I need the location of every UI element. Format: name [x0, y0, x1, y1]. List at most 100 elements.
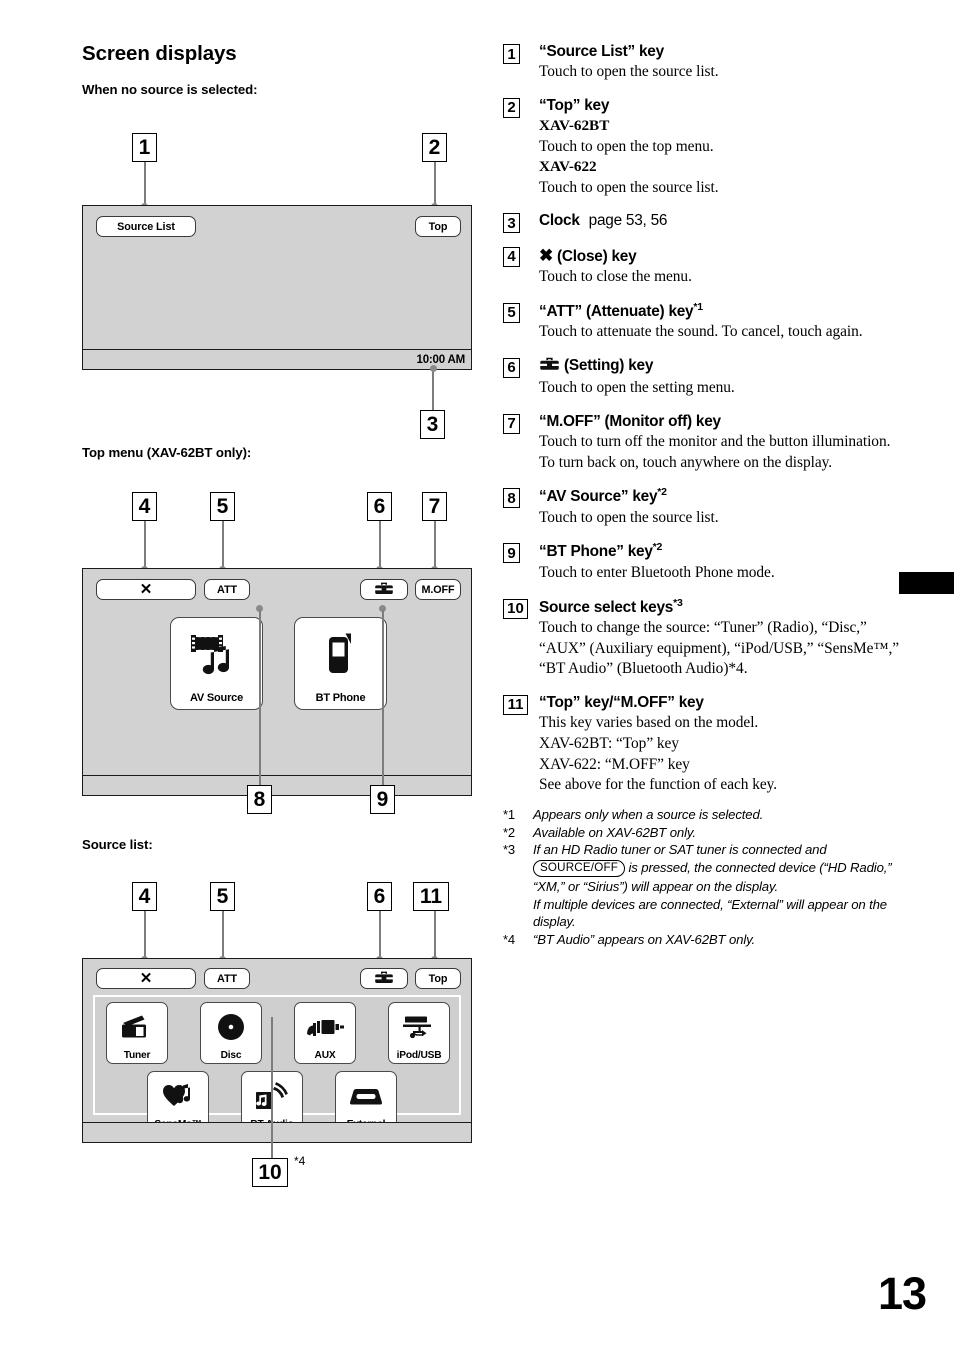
key-item-2-model-2: XAV-622 — [539, 158, 597, 176]
key-item-11-desc-1: This key varies based on the model. — [539, 714, 759, 732]
footnote-2: *2 Available on XAV-62BT only. — [503, 824, 903, 842]
key-item-10-header: Source select keys*3 — [539, 597, 903, 618]
callout-3: 3 — [420, 410, 445, 439]
callout-7-topmenu: 7 — [422, 492, 447, 521]
av-source-key-label: AV Source — [189, 692, 243, 704]
setting-key-srclist[interactable] — [360, 968, 408, 989]
footnote-2-text: Available on XAV-62BT only. — [533, 824, 696, 840]
disc-icon — [216, 1003, 246, 1050]
footnotes: *1 Appears only when a source is selecte… — [503, 806, 903, 949]
leader-line-4-topmenu — [143, 521, 146, 569]
leader-line-2 — [433, 162, 436, 206]
key-item-7-number: 7 — [503, 413, 520, 434]
footnote-4-mark: *4 — [503, 932, 515, 948]
page-edge-tab — [899, 572, 954, 594]
source-key-aux[interactable]: AUX — [294, 1002, 356, 1064]
key-item-2-number: 2 — [503, 97, 520, 118]
leader-line-3 — [432, 370, 435, 413]
key-item-6-number: 6 — [503, 357, 520, 378]
callout-11-srclist: 11 — [413, 882, 449, 911]
top-key-srclist[interactable]: Top — [415, 968, 461, 989]
page-title: Screen displays — [82, 42, 237, 65]
key-item-7: 7 “M.OFF” (Monitor off) key Touch to tur… — [503, 412, 903, 474]
close-icon-srclist: ✕ — [139, 970, 153, 987]
footnote-1: *1 Appears only when a source is selecte… — [503, 806, 903, 824]
callout-5-srclist: 5 — [210, 882, 235, 911]
key-item-11: 11 “Top” key/“M.OFF” key This key varies… — [503, 693, 903, 796]
key-item-5-desc: Touch to attenuate the sound. To cancel,… — [539, 323, 863, 341]
key-item-3-title: Clock — [539, 212, 580, 230]
key-item-10-number: 10 — [503, 598, 528, 619]
aux-plug-icon — [305, 1003, 345, 1050]
status-bar-topmenu — [83, 775, 471, 795]
close-key-topmenu[interactable]: ✕ — [96, 579, 196, 600]
key-item-1: 1 “Source List” key Touch to open the so… — [503, 42, 903, 83]
leader-dot-3 — [429, 365, 437, 372]
callout-4-srclist: 4 — [132, 882, 157, 911]
key-item-6-header: (Setting) key — [539, 356, 903, 378]
callout-1: 1 — [132, 133, 157, 162]
figure1: 1 2 Source List Top 10:00 AM 3 — [82, 107, 482, 439]
leader-line-8 — [258, 610, 261, 787]
moff-key-topmenu[interactable]: M.OFF — [415, 579, 461, 600]
key-item-11-desc-4: See above for the function of each key. — [539, 776, 778, 794]
key-item-11-header: “Top” key/“M.OFF” key — [539, 693, 704, 711]
source-key-aux-label: AUX — [314, 1050, 336, 1061]
key-item-3-header: Clock page 53, 56 — [539, 211, 903, 231]
callout-2: 2 — [422, 133, 447, 162]
key-item-11-desc-2: XAV-62BT: “Top” key — [539, 734, 679, 752]
source-key-tuner[interactable]: Tuner — [106, 1002, 168, 1064]
leader-line-5-topmenu — [221, 521, 224, 569]
key-item-4-header: ✖ (Close) key — [539, 245, 903, 267]
manual-page: Screen displays When no source is select… — [0, 0, 954, 1352]
status-bar-srclist — [83, 1122, 471, 1142]
key-item-9: 9 “BT Phone” key*2 Touch to enter Blueto… — [503, 541, 903, 583]
top-key[interactable]: Top — [415, 216, 461, 237]
att-key-topmenu[interactable]: ATT — [204, 579, 250, 600]
key-item-4-number: 4 — [503, 246, 520, 267]
heart-note-icon — [162, 1072, 194, 1119]
key-item-8: 8 “AV Source” key*2 Touch to open the so… — [503, 486, 903, 528]
leader-line-5-srclist — [221, 911, 224, 959]
key-item-7-desc: Touch to turn off the monitor and the bu… — [539, 433, 891, 471]
device-screen-top-menu: ✕ ATT M.OFF AV Source BT Phone — [82, 568, 472, 796]
key-item-6: 6 (Setting) key Touch to open the settin… — [503, 356, 903, 399]
key-item-5-title: “ATT” (Attenuate) key — [539, 302, 694, 320]
key-item-3: 3 Clock page 53, 56 — [503, 211, 903, 234]
source-list-key[interactable]: Source List — [96, 216, 196, 237]
toolbox-icon — [374, 581, 394, 599]
key-item-9-title: “BT Phone” key — [539, 543, 653, 561]
callout-10: 10 — [252, 1158, 288, 1187]
key-item-1-number: 1 — [503, 44, 520, 64]
close-key-srclist[interactable]: ✕ — [96, 968, 196, 989]
source-key-ipod-usb[interactable]: iPod/USB — [388, 1002, 450, 1064]
leader-line-6-srclist — [378, 911, 381, 959]
close-icon: ✕ — [139, 581, 153, 598]
leader-line-7-topmenu — [433, 521, 436, 569]
leader-line-1 — [143, 162, 146, 206]
setting-key-topmenu[interactable] — [360, 579, 408, 600]
figure3: 4 5 6 11 ✕ ATT Top Tuner Disc AUX iPod/U… — [82, 862, 482, 1187]
key-item-10-desc: Touch to change the source: “Tuner” (Rad… — [539, 619, 900, 678]
att-key-srclist[interactable]: ATT — [204, 968, 250, 989]
source-key-disc[interactable]: Disc — [200, 1002, 262, 1064]
key-item-9-number: 9 — [503, 543, 520, 564]
av-source-key[interactable]: AV Source — [170, 617, 263, 710]
figure2-caption: Top menu (XAV-62BT only): — [82, 445, 252, 460]
bt-phone-key[interactable]: BT Phone — [294, 617, 387, 710]
device-screen-no-source: Source List Top 10:00 AM — [82, 205, 472, 370]
callout-6-srclist: 6 — [367, 882, 392, 911]
key-item-9-desc: Touch to enter Bluetooth Phone mode. — [539, 563, 775, 581]
figure2: 4 5 6 7 ✕ ATT M.OFF AV Source BT Phone 8… — [82, 470, 482, 825]
footnote-4: *4 “BT Audio” appears on XAV-62BT only. — [503, 931, 903, 949]
key-item-8-footnote-mark: *2 — [657, 486, 667, 499]
footnote-3-text-post2: If multiple devices are connected, “Exte… — [533, 896, 887, 930]
radio-icon — [120, 1003, 154, 1050]
clock-display: 10:00 AM — [416, 353, 466, 366]
leader-line-11-srclist — [433, 911, 436, 959]
key-item-4: 4 ✖ (Close) key Touch to close the menu. — [503, 245, 903, 288]
key-item-4-title: (Close) key — [557, 247, 637, 265]
key-item-3-number: 3 — [503, 213, 520, 234]
toolbox-icon-legend — [539, 356, 560, 378]
source-off-button-ref: SOURCE/OFF — [533, 860, 626, 877]
